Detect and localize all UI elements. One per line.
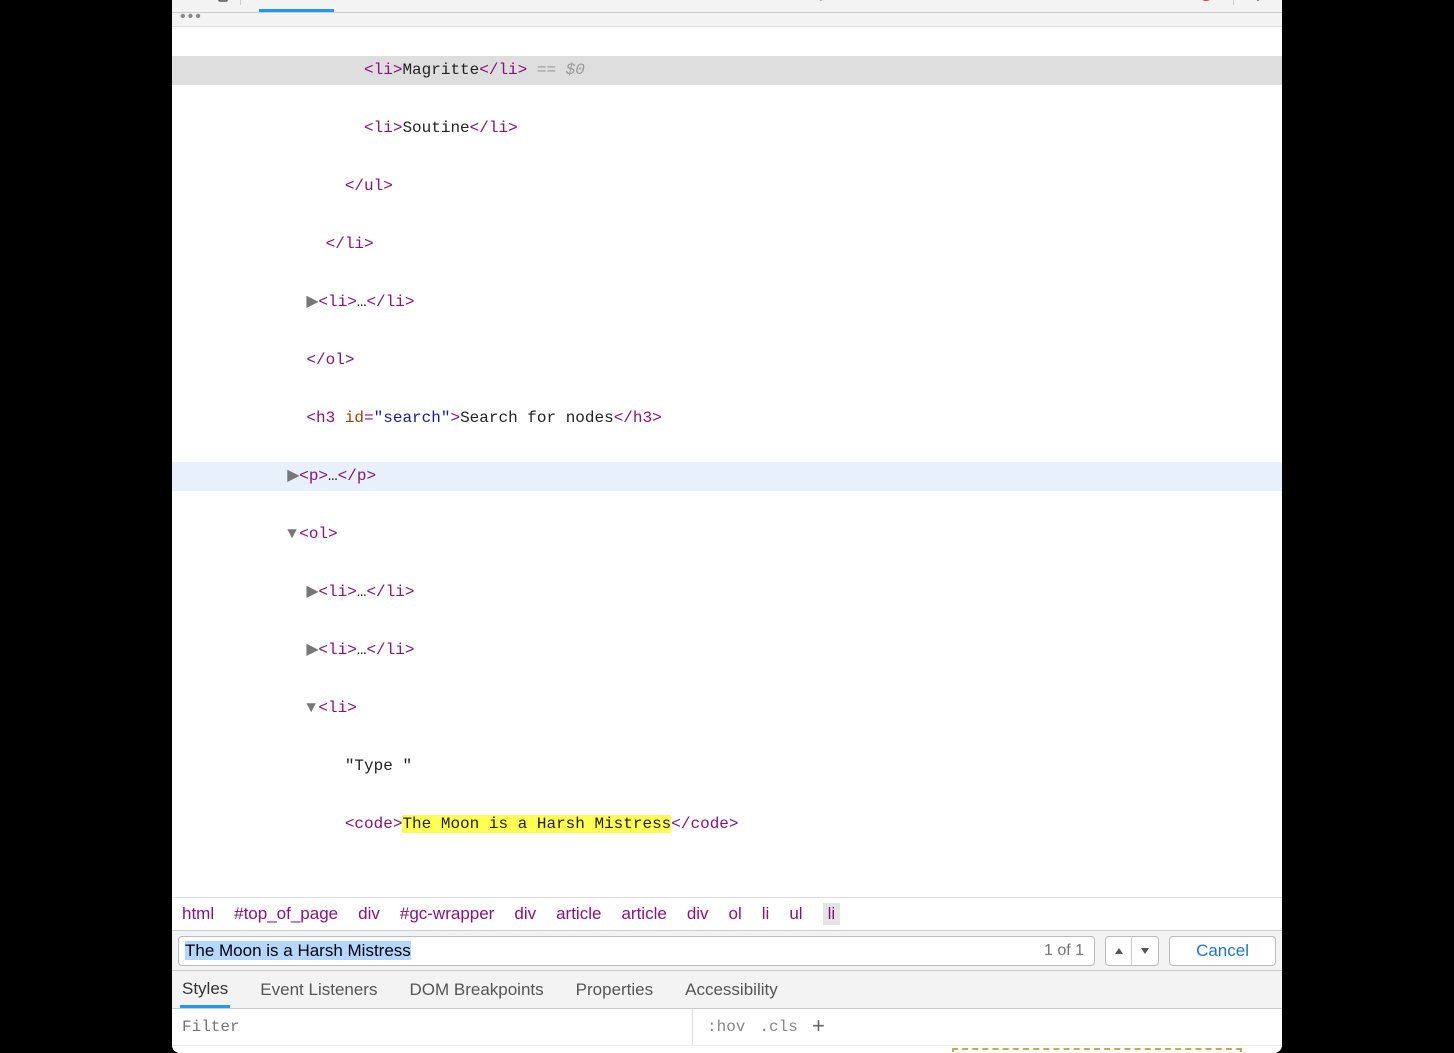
add-rule-icon[interactable]: + — [812, 1015, 825, 1040]
dom-tree[interactable]: <li>Magritte</li> == $0 <li>Soutine</li>… — [172, 27, 1282, 897]
crumb-current[interactable]: li — [823, 903, 841, 925]
dom-node[interactable]: ▶<li>…</li> — [172, 578, 1282, 607]
crumb[interactable]: ol — [729, 904, 742, 924]
crumb[interactable]: li — [762, 904, 770, 924]
crumb[interactable]: div — [687, 904, 709, 924]
error-indicator[interactable]: ✕ 6 — [1198, 0, 1227, 3]
crumb[interactable]: #gc-wrapper — [400, 904, 495, 924]
separator — [240, 0, 241, 5]
dom-node[interactable]: ▼<ol> — [172, 520, 1282, 549]
hov-toggle[interactable]: :hov — [707, 1018, 745, 1036]
crumb[interactable]: #top_of_page — [234, 904, 338, 924]
crumb[interactable]: html — [182, 904, 214, 924]
dom-node[interactable]: </li> — [172, 230, 1282, 259]
dom-node[interactable]: ▼<li> — [172, 694, 1282, 723]
search-next-icon[interactable] — [1132, 937, 1158, 965]
crumb[interactable]: ul — [789, 904, 802, 924]
cls-toggle[interactable]: .cls — [759, 1018, 797, 1036]
crumb[interactable]: div — [358, 904, 380, 924]
box-model-peek — [952, 1048, 1242, 1052]
styles-filter-bar: :hov .cls + — [172, 1009, 1282, 1045]
search-input-wrap: The Moon is a Harsh Mistress 1 of 1 — [178, 936, 1095, 966]
more-tabs-icon[interactable]: » — [1168, 0, 1197, 3]
search-nav — [1105, 936, 1159, 966]
kebab-menu-icon[interactable]: ⋮ — [1240, 0, 1276, 5]
separator — [1233, 0, 1234, 5]
styles-panel-peek — [172, 1045, 1282, 1053]
sidebar-tabs: Styles Event Listeners DOM Breakpoints P… — [172, 971, 1282, 1009]
error-count: 6 — [1218, 0, 1227, 3]
dom-node[interactable]: <h3 id="search">Search for nodes</h3> — [172, 404, 1282, 433]
filter-controls: :hov .cls + — [692, 1009, 839, 1045]
dom-node[interactable]: ▶<p>…</p> — [172, 462, 1282, 491]
dom-node[interactable]: </ul> — [172, 172, 1282, 201]
dom-node[interactable]: ▶<li>…</li> — [172, 636, 1282, 665]
overflow-indicator: ••• — [172, 13, 1282, 27]
dom-node-selected[interactable]: <li>Magritte</li> == $0 — [172, 56, 1282, 85]
panel-tabs: Elements Console Sources Network Perform… — [259, 0, 1168, 12]
search-prev-icon[interactable] — [1106, 937, 1132, 965]
inspect-element-icon[interactable] — [178, 0, 206, 7]
main-toolbar: Elements Console Sources Network Perform… — [172, 0, 1282, 13]
crumb[interactable]: article — [556, 904, 601, 924]
dom-text-node[interactable]: "Type " — [172, 752, 1282, 781]
cancel-button[interactable]: Cancel — [1169, 936, 1276, 966]
dom-node-highlighted[interactable]: <code>The Moon is a Harsh Mistress</code… — [172, 810, 1282, 839]
tab-sources[interactable]: Sources — [452, 0, 518, 12]
search-input[interactable]: The Moon is a Harsh Mistress — [185, 939, 1044, 963]
tab-network[interactable]: Network — [545, 0, 611, 12]
dom-node[interactable]: </ol> — [172, 346, 1282, 375]
search-bar: The Moon is a Harsh Mistress 1 of 1 Canc… — [172, 931, 1282, 971]
filter-input[interactable] — [172, 1012, 692, 1042]
error-icon: ✕ — [1198, 0, 1214, 1]
dom-node[interactable]: <li>Soutine</li> — [172, 114, 1282, 143]
device-toggle-icon[interactable] — [206, 0, 234, 7]
breadcrumb: html #top_of_page div #gc-wrapper div ar… — [172, 897, 1282, 931]
dom-node[interactable]: ▶<li>…</li> — [172, 288, 1282, 317]
search-count: 1 of 1 — [1044, 942, 1088, 960]
tab-elements[interactable]: Elements — [259, 0, 334, 12]
tab-console[interactable]: Console — [360, 0, 426, 12]
devtools-window: DevTools - localhost:8080/web/tools/chro… — [172, 0, 1282, 1053]
tab-performance[interactable]: Performance — [637, 0, 738, 12]
crumb[interactable]: article — [621, 904, 666, 924]
crumb[interactable]: div — [514, 904, 536, 924]
tab-memory[interactable]: Memory — [764, 0, 829, 12]
